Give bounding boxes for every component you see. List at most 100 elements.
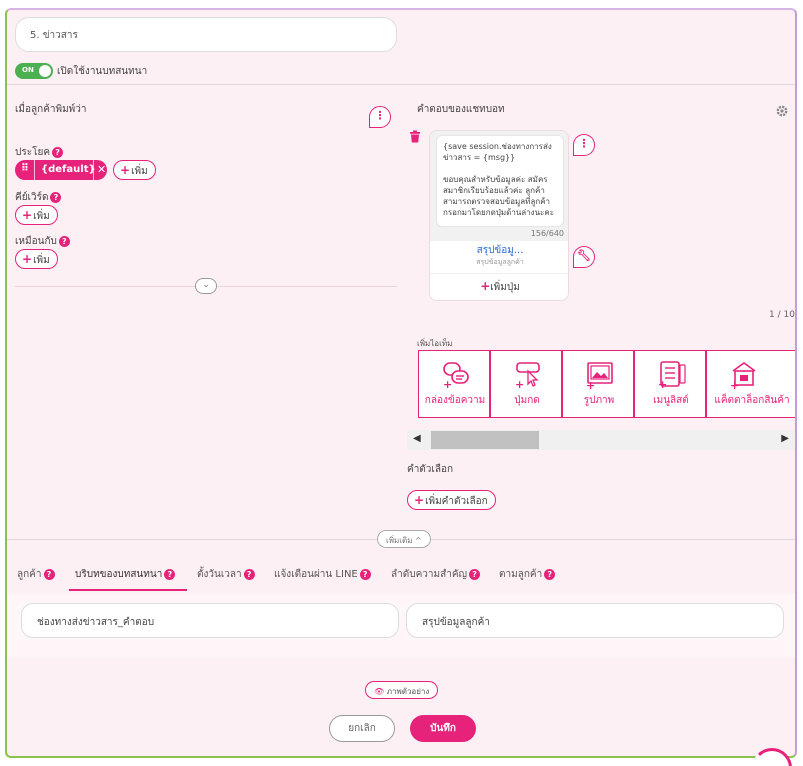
sentence-label-text: ประโยค	[15, 147, 51, 158]
gear-icon[interactable]	[775, 104, 789, 118]
help-icon[interactable]: ?	[43, 568, 55, 580]
add-button-label: เพิ่มปุ่ม	[490, 282, 520, 293]
tool-label: รูปภาพ	[583, 395, 615, 406]
tool-label: กล่องข้อความ	[424, 395, 486, 406]
help-icon[interactable]: ?	[359, 568, 371, 580]
close-icon[interactable]: ✕	[97, 163, 106, 176]
button-cursor-icon: +	[515, 362, 540, 389]
toggle-label: เปิดใช้งานบทสนทนา	[57, 66, 148, 77]
tools-scrollbar[interactable]: ◀ ▶	[407, 430, 795, 450]
quick-reply-heading: คำตัวเลือก	[407, 464, 454, 475]
help-icon[interactable]: ?	[469, 568, 481, 580]
message-menu-button[interactable]: ⋮	[573, 134, 595, 156]
svg-text:+: +	[515, 378, 524, 389]
chip-separator	[93, 160, 94, 180]
chip-text: {default}	[41, 164, 96, 175]
enable-toggle[interactable]: ON	[15, 63, 53, 79]
chat-bubbles-icon: +	[443, 362, 469, 389]
char-count: 156/640	[530, 229, 564, 238]
eye-icon: 👁︎	[374, 687, 385, 696]
image-icon: +	[586, 362, 613, 389]
cancel-button[interactable]: ยกเลิก	[329, 715, 395, 742]
tool-label: เมนูลิสต์	[653, 395, 689, 406]
tab-line-notify[interactable]: แจ้งเตือนผ่าน LINE?	[274, 567, 371, 582]
tool-catalog[interactable]: + แค็ตตาล็อกสินค้า	[706, 350, 795, 418]
tab-context[interactable]: บริบทของบทสนทนา?	[75, 567, 176, 582]
keyword-label: คีย์เวิร์ด?	[15, 190, 62, 205]
similar-label: เหมือนกับ?	[15, 234, 70, 249]
add-similar-button[interactable]: +เพิ่ม	[15, 249, 58, 269]
tab-schedule[interactable]: ตั้งวันเวลา?	[197, 567, 255, 582]
tab-label: ตามลูกค้า	[499, 569, 543, 580]
title-input[interactable]: 5. ข่าวสาร	[15, 17, 397, 52]
summary-button-subtitle: สรุปข้อมูลลูกค้า	[476, 258, 524, 266]
trash-icon[interactable]	[409, 130, 421, 143]
help-icon[interactable]: ?	[58, 235, 70, 247]
tab-priority[interactable]: ลำดับความสำคัญ?	[391, 567, 481, 582]
plus-icon: +	[22, 208, 33, 222]
help-icon[interactable]: ?	[164, 568, 176, 580]
sentence-label: ประโยค?	[15, 145, 64, 160]
tool-label: ปุ่มกด	[514, 395, 540, 406]
tab-label: แจ้งเตือนผ่าน LINE	[274, 569, 358, 580]
toggle-knob	[39, 65, 51, 77]
plus-icon: +	[480, 279, 491, 293]
scrollbar-thumb[interactable]	[431, 431, 539, 449]
similar-label-text: เหมือนกับ	[15, 236, 57, 247]
add-label: เพิ่ม	[33, 211, 50, 222]
help-icon[interactable]: ?	[50, 191, 62, 203]
add-label: เพิ่ม	[131, 166, 148, 177]
more-button[interactable]: เพิ่มเติม ^	[377, 530, 431, 548]
tab-customer[interactable]: ลูกค้า?	[17, 567, 55, 582]
tool-text-box[interactable]: + กล่องข้อความ	[418, 350, 490, 418]
default-sentence-chip[interactable]: ⠿ {default} ✕	[15, 160, 107, 180]
tab-label: ตั้งวันเวลา	[197, 569, 242, 580]
active-tab-underline	[69, 589, 187, 591]
divider	[430, 273, 568, 274]
svg-text:+: +	[586, 379, 595, 389]
catalog-icon: +	[730, 362, 756, 389]
plus-icon: +	[120, 163, 131, 177]
drag-handle-icon[interactable]: ⠿	[21, 163, 29, 174]
save-button[interactable]: บันทึก	[410, 715, 476, 742]
scroll-left-icon[interactable]: ◀	[413, 433, 421, 444]
help-icon[interactable]: ?	[52, 146, 64, 158]
summary-button-title[interactable]: สรุปข้อมู...	[430, 243, 568, 258]
svg-text:+: +	[443, 378, 452, 389]
add-keyword-button[interactable]: +เพิ่ม	[15, 205, 58, 225]
list-menu-icon: +	[658, 361, 686, 389]
add-item-heading: เพิ่มไอเท็ม	[417, 339, 453, 348]
tool-button[interactable]: + ปุ่มกด	[490, 350, 562, 418]
message-text[interactable]: {save session.ช่องทางการส่งข่าวสาร = {ms…	[436, 135, 564, 227]
chip-separator	[34, 160, 35, 180]
toggle-state: ON	[22, 66, 34, 74]
divider	[7, 84, 795, 85]
tab-follow[interactable]: ตามลูกค้า?	[499, 567, 556, 582]
trigger-heading: เมื่อลูกค้าพิมพ์ว่า	[15, 104, 87, 115]
svg-text:+: +	[658, 378, 667, 389]
add-quick-reply-button[interactable]: +เพิ่มคำตัวเลือก	[407, 490, 496, 510]
context-name-field[interactable]: ช่องทางส่งข่าวสาร_คำตอบ	[21, 603, 399, 638]
keyword-label-text: คีย์เวิร์ด	[15, 192, 49, 203]
plus-icon: +	[414, 493, 425, 507]
help-icon[interactable]: ?	[243, 568, 255, 580]
expand-chevron-button[interactable]: ⌄	[195, 278, 217, 294]
tool-list-menu[interactable]: + เมนูลิสต์	[634, 350, 706, 418]
preview-label: ภาพตัวอย่าง	[386, 687, 430, 696]
context-value-field[interactable]: สรุปข้อมูลลูกค้า	[406, 603, 784, 638]
tool-image[interactable]: + รูปภาพ	[562, 350, 634, 418]
preview-button[interactable]: 👁︎ ภาพตัวอย่าง	[365, 681, 439, 699]
trigger-menu-button[interactable]: ⋮	[369, 106, 391, 128]
dialog-frame: 5. ข่าวสาร ON เปิดใช้งานบทสนทนา เมื่อลูก…	[5, 8, 797, 758]
help-icon[interactable]: ?	[544, 568, 556, 580]
wrench-icon[interactable]: 🔧︎	[573, 246, 595, 268]
tab-label: ลูกค้า	[17, 569, 42, 580]
bot-reply-heading: คำตอบของแชทบอท	[417, 104, 505, 115]
scroll-right-icon[interactable]: ▶	[781, 433, 789, 444]
plus-icon: +	[22, 252, 33, 266]
chevron-down-icon: ⌄	[202, 280, 210, 290]
add-quick-reply-label: เพิ่มคำตัวเลือก	[425, 496, 488, 507]
add-button-button[interactable]: +เพิ่มปุ่ม	[430, 279, 568, 295]
tool-label: แค็ตตาล็อกสินค้า	[714, 395, 790, 406]
add-sentence-button[interactable]: +เพิ่ม	[113, 160, 156, 180]
